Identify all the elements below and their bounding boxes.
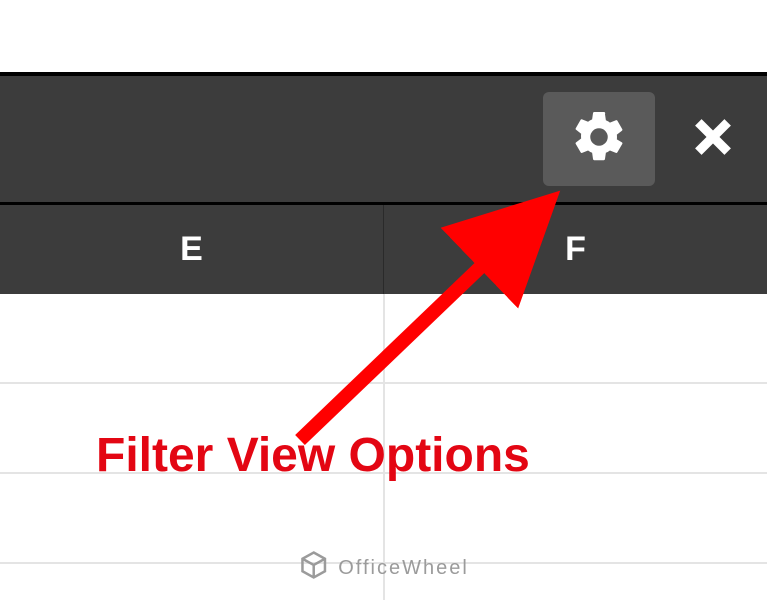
grid-row bbox=[0, 474, 767, 564]
filter-view-options-button[interactable] bbox=[543, 92, 655, 186]
grid-cell[interactable] bbox=[0, 564, 385, 600]
column-header-f[interactable]: F bbox=[384, 205, 767, 294]
grid-row bbox=[0, 384, 767, 474]
gear-icon bbox=[569, 107, 629, 172]
filter-view-toolbar bbox=[0, 72, 767, 202]
grid-cell[interactable] bbox=[0, 474, 385, 562]
grid-cell[interactable] bbox=[0, 294, 385, 382]
column-header-e[interactable]: E bbox=[0, 205, 384, 294]
grid-cell[interactable] bbox=[385, 564, 767, 600]
spreadsheet-grid[interactable] bbox=[0, 294, 767, 600]
top-gap bbox=[0, 0, 767, 72]
grid-cell[interactable] bbox=[385, 384, 767, 472]
grid-cell[interactable] bbox=[0, 384, 385, 472]
grid-cell[interactable] bbox=[385, 474, 767, 562]
grid-row bbox=[0, 294, 767, 384]
grid-row bbox=[0, 564, 767, 600]
column-header-row: E F bbox=[0, 202, 767, 294]
close-icon bbox=[691, 115, 735, 164]
close-filter-view-button[interactable] bbox=[683, 109, 743, 169]
grid-cell[interactable] bbox=[385, 294, 767, 382]
